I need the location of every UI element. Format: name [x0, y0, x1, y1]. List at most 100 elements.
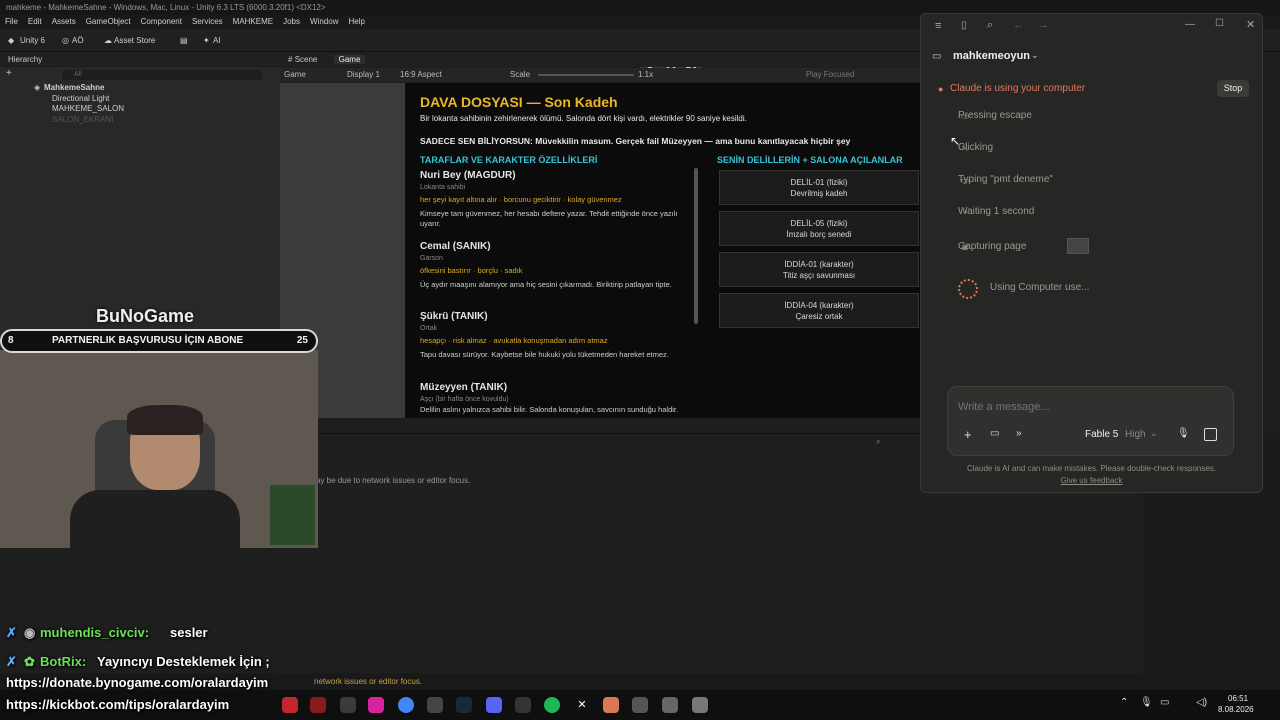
close-icon[interactable]: ✕: [1246, 18, 1255, 31]
discord-icon[interactable]: [486, 697, 502, 713]
display-select[interactable]: Display 1: [347, 68, 380, 82]
app-icon[interactable]: [632, 697, 648, 713]
network-tray-icon[interactable]: ▭: [1160, 697, 1169, 708]
mouse-cursor-icon: ↖: [950, 134, 961, 148]
stop-square-icon[interactable]: [1204, 428, 1217, 441]
feedback-link[interactable]: Give us feedback: [920, 476, 1263, 485]
unity-logo-icon[interactable]: ◆: [8, 34, 14, 47]
add-icon[interactable]: +: [964, 427, 972, 442]
evidence-card[interactable]: İDDİA-01 (karakter) Titiz aşçı savunması: [719, 252, 919, 287]
cloud-icon[interactable]: ☁: [104, 34, 112, 47]
character-name: Nuri Bey (MAGDUR): [420, 170, 516, 181]
character-role: Garson: [420, 255, 443, 262]
unity-taskbar-icon[interactable]: [662, 697, 678, 713]
menu-file[interactable]: File: [5, 17, 18, 26]
menu-component[interactable]: Component: [141, 17, 182, 26]
hierarchy-search-input[interactable]: All: [62, 70, 262, 80]
asset-store-button[interactable]: Asset Store: [114, 34, 155, 47]
microphone-icon[interactable]: 🎙: [1177, 428, 1190, 439]
package-icon[interactable]: ▤: [180, 34, 188, 47]
scale-slider[interactable]: [538, 74, 634, 76]
character-name: Cemal (SANIK): [420, 241, 491, 252]
menu-edit[interactable]: Edit: [28, 17, 42, 26]
minimize-icon[interactable]: —: [1185, 19, 1195, 30]
hierarchy-item[interactable]: Directional Light: [52, 94, 109, 103]
add-icon[interactable]: +: [6, 68, 12, 79]
partner-count-right: 25: [296, 335, 308, 346]
model-select[interactable]: Fable 5: [1085, 429, 1118, 440]
app-icon[interactable]: [427, 697, 443, 713]
hierarchy-item[interactable]: MAHKEME_SALON: [52, 104, 124, 113]
aspect-select[interactable]: 16:9 Aspect: [400, 68, 442, 82]
effort-select[interactable]: High: [1125, 429, 1146, 440]
console-message[interactable]: ay be due to network issues or editor fo…: [316, 476, 470, 485]
back-icon[interactable]: ←: [1013, 19, 1024, 31]
volume-tray-icon[interactable]: ◁): [1196, 697, 1207, 708]
app-icon[interactable]: [515, 697, 531, 713]
menu-icon[interactable]: ≡: [935, 20, 941, 32]
app-icon[interactable]: [282, 697, 298, 713]
scale-label: Scale: [510, 70, 531, 79]
account-button[interactable]: AÖ: [72, 34, 84, 47]
menu-window[interactable]: Window: [310, 17, 338, 26]
tray-chevron-icon[interactable]: ⌃: [1120, 697, 1128, 708]
skip-forward-icon[interactable]: »: [1016, 428, 1022, 439]
mic-tray-icon[interactable]: 🎙: [1140, 697, 1153, 708]
tab-scene[interactable]: Scene: [295, 55, 318, 64]
message-input[interactable]: [958, 398, 1218, 416]
instagram-icon[interactable]: [368, 697, 384, 713]
unity-hub-icon[interactable]: [692, 697, 708, 713]
hierarchy-tab[interactable]: Hierarchy: [0, 53, 280, 67]
ai-button[interactable]: AI: [213, 34, 221, 47]
forward-icon[interactable]: →: [1038, 19, 1049, 31]
window-title: mahkeme - MahkemeSahne - Windows, Mac, L…: [6, 3, 326, 12]
x-icon[interactable]: ✕: [574, 697, 590, 713]
account-icon[interactable]: ◎: [62, 34, 69, 47]
evidence-label: Titiz aşçı savunması: [782, 271, 856, 280]
character-role: Lokanta sahibi: [420, 184, 466, 191]
chrome-icon[interactable]: [398, 697, 414, 713]
sidebar-icon[interactable]: ▯: [961, 20, 967, 31]
stop-button[interactable]: Stop: [1217, 80, 1249, 97]
play-focused-select[interactable]: Play Focused: [806, 68, 854, 82]
maximize-icon[interactable]: ☐: [1215, 18, 1224, 29]
evidence-card[interactable]: DELİL-01 (fiziki) Devrilmiş kadeh: [719, 170, 919, 205]
search-icon[interactable]: ⌕: [987, 19, 993, 32]
ai-sparkle-icon[interactable]: ✦: [203, 34, 210, 47]
menu-mahkeme[interactable]: MAHKEME: [233, 17, 273, 26]
menu-jobs[interactable]: Jobs: [283, 17, 300, 26]
chevron-down-icon[interactable]: ⌄: [1150, 428, 1158, 439]
chatgpt-icon[interactable]: [340, 697, 356, 713]
evidence-label: Çaresiz ortak: [795, 312, 843, 321]
screenshot-thumbnail[interactable]: [1067, 238, 1089, 254]
hierarchy-item[interactable]: SALON_EKRANI: [52, 115, 113, 124]
claude-icon[interactable]: [603, 697, 619, 713]
dossier-scrollbar[interactable]: [694, 168, 698, 324]
chevron-down-icon[interactable]: ⌄: [1031, 50, 1039, 61]
hierarchy-scene[interactable]: MahkemeSahne: [44, 83, 104, 92]
character-tags: her şeyi kayıt altına alır · borcunu gec…: [420, 195, 622, 204]
evidence-label: İmzalı borç senedi: [786, 230, 852, 239]
clock-date[interactable]: 8.08.2026: [1218, 705, 1254, 714]
console-search-icon[interactable]: ⌕: [876, 437, 880, 447]
scale-value: 1.1x: [638, 70, 654, 79]
steam-icon[interactable]: [456, 697, 472, 713]
folder-icon[interactable]: ▭: [990, 428, 999, 439]
game-mode-select[interactable]: Game: [284, 68, 306, 82]
spotify-icon[interactable]: [544, 697, 560, 713]
step-label: Waiting 1 second: [958, 206, 1035, 217]
scene-icon: ◈: [34, 83, 41, 92]
evidence-card[interactable]: DELİL-05 (fiziki) İmzalı borç senedi: [719, 211, 919, 246]
evidence-card[interactable]: İDDİA-04 (karakter) Çaresiz ortak: [719, 293, 919, 328]
hair-image: [127, 405, 203, 435]
app-icon[interactable]: [310, 697, 326, 713]
menu-gameobject[interactable]: GameObject: [86, 17, 131, 26]
clock-time[interactable]: 06:51: [1228, 694, 1248, 703]
status-message[interactable]: network issues or editor focus.: [314, 677, 422, 686]
menu-assets[interactable]: Assets: [52, 17, 76, 26]
unity-version-button[interactable]: Unity 6: [20, 34, 45, 47]
project-select[interactable]: mahkemeoyun: [953, 50, 1030, 62]
menu-help[interactable]: Help: [348, 17, 364, 26]
menu-services[interactable]: Services: [192, 17, 223, 26]
tab-game[interactable]: Game: [333, 55, 366, 64]
